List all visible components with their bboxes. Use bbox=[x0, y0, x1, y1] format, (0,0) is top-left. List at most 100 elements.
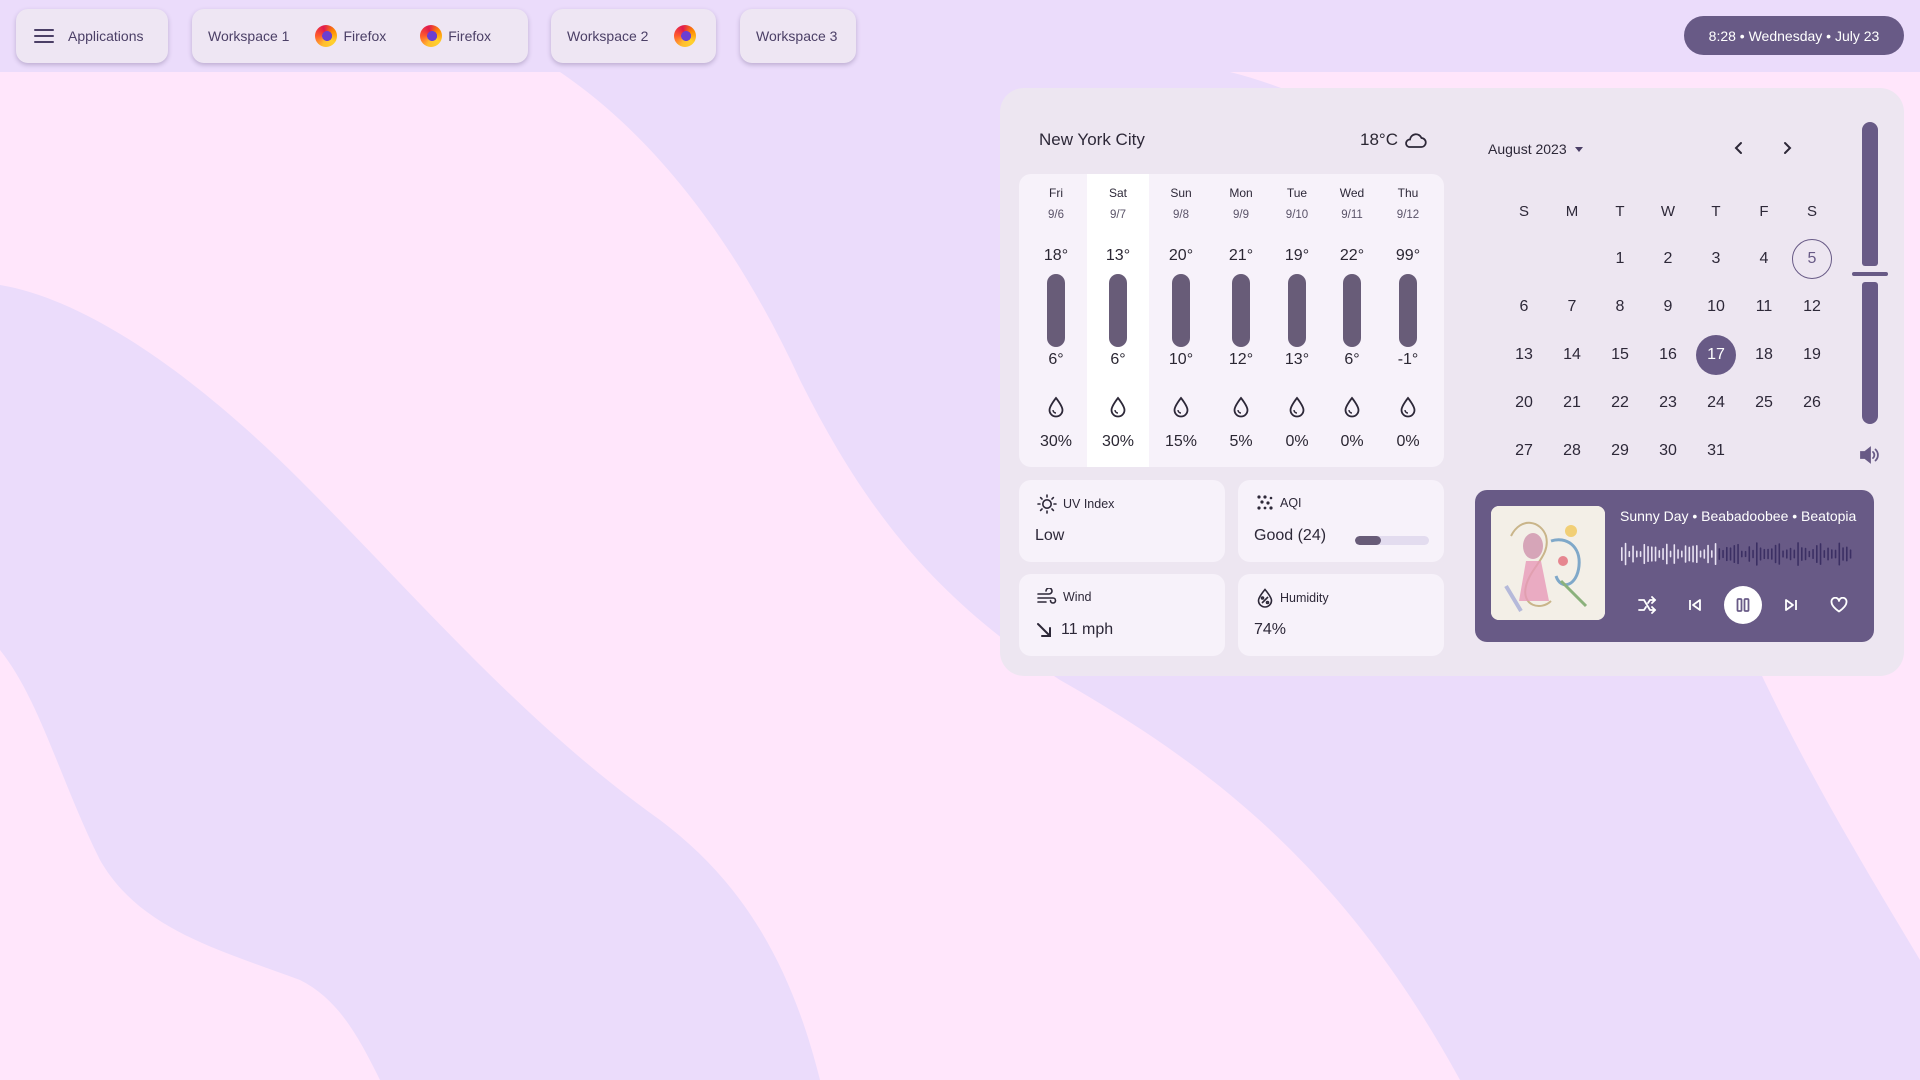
clock[interactable]: 8:28 • Wednesday • July 23 bbox=[1684, 16, 1904, 55]
waveform-bar bbox=[1771, 548, 1773, 560]
shuffle-button[interactable] bbox=[1631, 589, 1663, 621]
applications-button[interactable]: Applications bbox=[16, 9, 168, 63]
workspace-1-app-firefox[interactable]: Firefox bbox=[420, 25, 491, 47]
calendar-day[interactable]: 2 bbox=[1644, 235, 1692, 283]
calendar-day[interactable]: 5 bbox=[1792, 239, 1832, 279]
waveform-bar bbox=[1827, 547, 1829, 561]
workspace-2-app-firefox[interactable] bbox=[674, 25, 702, 47]
calendar-day[interactable]: 31 bbox=[1692, 427, 1740, 475]
calendar-day[interactable]: 1 bbox=[1596, 235, 1644, 283]
calendar-day[interactable]: 30 bbox=[1644, 427, 1692, 475]
calendar-day[interactable]: 28 bbox=[1548, 427, 1596, 475]
volume-icon[interactable] bbox=[1858, 444, 1880, 466]
calendar-grid: S M T W T F S 1 2 3 4 5 6 7 8 9 10 11 12 13 14 15 16 17 18 19 20 21… bbox=[1500, 187, 1836, 475]
calendar-day[interactable]: 4 bbox=[1740, 235, 1788, 283]
waveform-bar bbox=[1654, 546, 1657, 562]
media-player: Sunny Day • Beabadoobee • Beatopia bbox=[1475, 490, 1874, 642]
calendar-day-today[interactable]: 17 bbox=[1696, 335, 1736, 375]
forecast-day[interactable]: Wed 9/11 22° 6° 0% bbox=[1321, 174, 1383, 467]
calendar-day[interactable]: 18 bbox=[1740, 331, 1788, 379]
calendar-day[interactable]: 25 bbox=[1740, 379, 1788, 427]
calendar-day[interactable]: 20 bbox=[1500, 379, 1548, 427]
calendar-day[interactable]: 15 bbox=[1596, 331, 1644, 379]
calendar-day[interactable]: 22 bbox=[1596, 379, 1644, 427]
prev-month-button[interactable] bbox=[1725, 134, 1753, 162]
waveform-bar bbox=[1737, 543, 1739, 565]
calendar-day[interactable]: 23 bbox=[1644, 379, 1692, 427]
temp-range-bar bbox=[1343, 274, 1361, 347]
calendar-day[interactable]: 27 bbox=[1500, 427, 1548, 475]
waveform-bar bbox=[1797, 542, 1799, 566]
calendar-day[interactable]: 14 bbox=[1548, 331, 1596, 379]
aqi-bar bbox=[1355, 536, 1429, 545]
waveform-bar bbox=[1752, 549, 1754, 559]
calendar-day[interactable]: 3 bbox=[1692, 235, 1740, 283]
workspace-3[interactable]: Workspace 3 bbox=[740, 9, 856, 63]
play-pause-button[interactable] bbox=[1724, 586, 1762, 624]
calendar-day[interactable]: 11 bbox=[1740, 283, 1788, 331]
calendar-day[interactable]: 10 bbox=[1692, 283, 1740, 331]
forecast-day[interactable]: Thu 9/12 99° -1° 0% bbox=[1377, 174, 1439, 467]
workspace-1-app-firefox[interactable]: Firefox bbox=[315, 25, 386, 47]
day-date: 9/6 bbox=[1048, 209, 1064, 221]
waveform-bar bbox=[1692, 545, 1694, 563]
next-month-button[interactable] bbox=[1773, 134, 1801, 162]
workspace-2[interactable]: Workspace 2 bbox=[551, 9, 716, 63]
calendar-day[interactable]: 6 bbox=[1500, 283, 1548, 331]
waveform-bar bbox=[1812, 548, 1814, 560]
wind-icon bbox=[1037, 588, 1057, 604]
calendar-day[interactable]: 26 bbox=[1788, 379, 1836, 427]
workspace-3-label: Workspace 3 bbox=[756, 28, 838, 44]
forecast-day[interactable]: Fri 9/6 18° 6° 30% bbox=[1025, 174, 1087, 467]
waveform-bar bbox=[1718, 548, 1721, 560]
waveform-bar bbox=[1804, 547, 1807, 561]
high-temp: 99° bbox=[1395, 247, 1421, 264]
forecast-day[interactable]: Mon 9/9 21° 12° 5% bbox=[1210, 174, 1272, 467]
waveform-bar bbox=[1636, 550, 1638, 558]
firefox-icon bbox=[420, 25, 443, 47]
calendar-day[interactable]: 16 bbox=[1644, 331, 1692, 379]
volume-handle[interactable] bbox=[1852, 272, 1888, 276]
calendar-day[interactable]: 29 bbox=[1596, 427, 1644, 475]
waveform[interactable] bbox=[1620, 540, 1852, 568]
workspace-1[interactable]: Workspace 1 Firefox Firefox bbox=[192, 9, 528, 63]
skip-next-icon bbox=[1785, 599, 1797, 611]
calendar-day[interactable]: 7 bbox=[1548, 283, 1596, 331]
day-name: Tue bbox=[1286, 186, 1308, 200]
month-selector[interactable]: August 2023 bbox=[1488, 141, 1583, 157]
weekday-label: T bbox=[1615, 202, 1625, 220]
next-track-button[interactable] bbox=[1775, 589, 1807, 621]
waveform-bar bbox=[1759, 547, 1762, 561]
day-name: Fri bbox=[1049, 186, 1063, 200]
calendar-day[interactable]: 19 bbox=[1788, 331, 1836, 379]
waveform-bar bbox=[1842, 547, 1844, 561]
temp-range-bar bbox=[1047, 274, 1065, 347]
calendar-day[interactable]: 8 bbox=[1596, 283, 1644, 331]
favorite-button[interactable] bbox=[1823, 589, 1855, 621]
volume-slider[interactable] bbox=[1852, 122, 1888, 424]
current-weather: 18°C bbox=[1360, 130, 1427, 150]
waveform-bar bbox=[1782, 550, 1784, 558]
weekday-label: F bbox=[1759, 202, 1769, 220]
volume-track-lower bbox=[1862, 282, 1878, 424]
waveform-bar bbox=[1846, 546, 1848, 562]
calendar-day[interactable]: 24 bbox=[1692, 379, 1740, 427]
calendar-day[interactable]: 21 bbox=[1548, 379, 1596, 427]
temp-range-bar bbox=[1399, 274, 1417, 347]
track-title: Sunny Day • Beabadoobee • Beatopia bbox=[1620, 508, 1857, 524]
month-label: August 2023 bbox=[1488, 141, 1567, 157]
forecast-day[interactable]: Sun 9/8 20° 10° 15% bbox=[1150, 174, 1212, 467]
humidity-value: 74% bbox=[1254, 621, 1287, 638]
chevron-right-icon bbox=[1784, 142, 1792, 154]
calendar-day[interactable]: 12 bbox=[1788, 283, 1836, 331]
waveform-bar bbox=[1624, 542, 1627, 566]
waveform-bar bbox=[1733, 545, 1736, 563]
day-date: 9/9 bbox=[1233, 209, 1249, 221]
heart-icon bbox=[1830, 597, 1848, 613]
app-label: Firefox bbox=[343, 28, 387, 44]
forecast-day[interactable]: Tue 9/10 19° 13° 0% bbox=[1266, 174, 1328, 467]
calendar-day[interactable]: 13 bbox=[1500, 331, 1548, 379]
previous-track-button[interactable] bbox=[1679, 589, 1711, 621]
forecast-day[interactable]: Sat 9/7 13° 6° 30% bbox=[1087, 174, 1149, 467]
calendar-day[interactable]: 9 bbox=[1644, 283, 1692, 331]
